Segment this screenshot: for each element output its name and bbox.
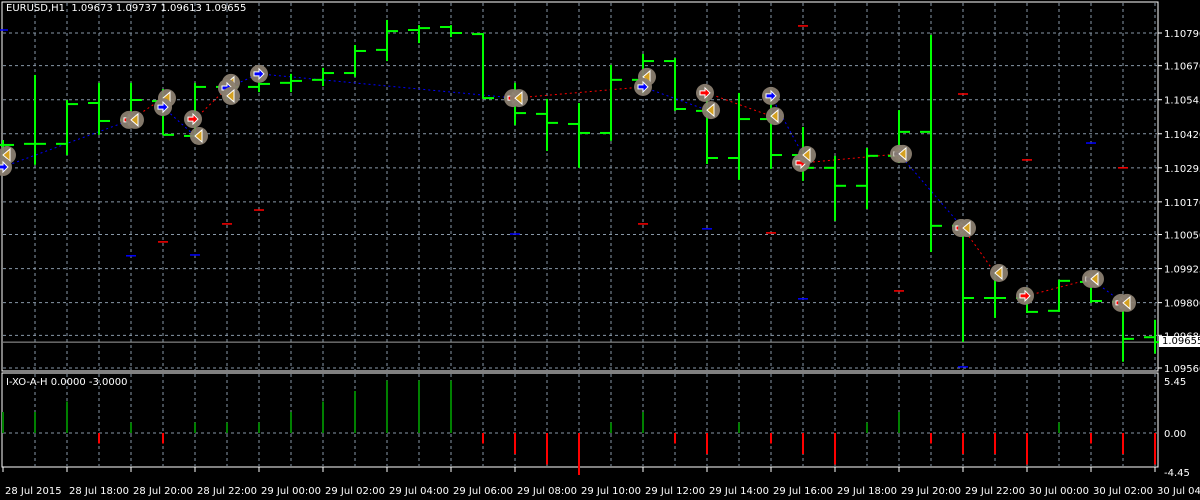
time-axis-label: 29 Jul 18:00 (837, 486, 897, 497)
current-price-label: 1.09655 (1159, 336, 1200, 347)
close-signal-marker (190, 126, 208, 145)
time-axis-label: 29 Jul 22:00 (965, 486, 1025, 497)
ohlc-bar (376, 19, 398, 62)
ohlc-bar (952, 222, 974, 342)
ohlc-bar (88, 82, 110, 135)
buy-signal-marker (154, 98, 172, 117)
low-value: 1.09613 (160, 3, 202, 14)
close-signal-marker (894, 144, 912, 163)
ohlc-bar (728, 92, 750, 180)
close-value: 1.09655 (205, 3, 247, 14)
ohlc-bar (280, 73, 302, 93)
time-axis-label: 29 Jul 08:00 (517, 486, 577, 497)
indicator-axis-label: 0.00 (1164, 429, 1186, 440)
close-signal-marker (510, 89, 528, 108)
time-axis-label: 29 Jul 10:00 (581, 486, 641, 497)
ohlc-bar (920, 34, 942, 252)
price-axis-label: 1.10420 (1164, 130, 1200, 141)
close-signal-marker (1118, 293, 1136, 312)
sell-signal-marker (1016, 286, 1034, 305)
price-axis-label: 1.10295 (1164, 164, 1200, 175)
close-signal-marker (798, 146, 816, 165)
signal-connector-line (802, 153, 900, 164)
indicator-axis-label: -4.45 (1164, 468, 1190, 479)
time-axis-label: 28 Jul 2015 (5, 486, 62, 497)
ohlc-bar (536, 98, 558, 151)
close-signal-marker (766, 107, 784, 126)
time-axis-label: 29 Jul 16:00 (773, 486, 833, 497)
close-signal-marker (702, 101, 720, 120)
buy-signal-marker (250, 64, 268, 83)
chart-header: EURUSD,H1 1.09673 1.09737 1.09613 1.0965… (6, 3, 246, 15)
open-value: 1.09673 (71, 3, 113, 14)
close-signal-marker (958, 219, 976, 238)
sell-signal-marker (184, 110, 202, 129)
time-axis-label: 29 Jul 14:00 (709, 486, 769, 497)
indicator-axis-label: 5.45 (1164, 377, 1186, 388)
ohlc-bar (600, 64, 622, 141)
ohlc-bar (824, 155, 846, 221)
price-axis-label: 1.10790 (1164, 29, 1200, 40)
price-axis-label: 1.10170 (1164, 198, 1200, 209)
time-axis-label: 28 Jul 18:00 (69, 486, 129, 497)
price-axis-label: 1.10670 (1164, 62, 1200, 73)
time-axis-label: 29 Jul 06:00 (453, 486, 513, 497)
time-axis-label: 30 Jul 04:00 (1157, 486, 1200, 497)
time-axis-label: 29 Jul 02:00 (325, 486, 385, 497)
price-axis-label: 1.10545 (1164, 96, 1200, 107)
symbol-timeframe: EURUSD,H1 (6, 3, 66, 14)
indicator-label: I-XO-A-H 0.0000 -3.0000 (6, 377, 128, 388)
signal-connector-line (770, 95, 804, 156)
time-axis-label: 29 Jul 00:00 (261, 486, 321, 497)
sell-signal-marker (696, 83, 714, 102)
price-axis-label: 1.09925 (1164, 265, 1200, 276)
ohlc-bar (1048, 279, 1070, 312)
buy-signal-marker (634, 77, 652, 96)
time-axis-label: 30 Jul 02:00 (1093, 486, 1153, 497)
ohlc-bar (56, 100, 78, 156)
price-axis-label: 1.09560 (1164, 364, 1200, 375)
close-signal-marker (1086, 269, 1104, 288)
time-axis-label: 28 Jul 20:00 (133, 486, 193, 497)
high-value: 1.09737 (115, 3, 158, 14)
price-axis-label: 1.10050 (1164, 231, 1200, 242)
ohlc-bar (408, 25, 430, 44)
ohlc-bar (24, 74, 46, 165)
close-signal-marker (990, 263, 1008, 282)
time-axis-label: 29 Jul 12:00 (645, 486, 705, 497)
ohlc-bar (440, 25, 462, 38)
price-axis-label: 1.09800 (1164, 299, 1200, 310)
time-axis-label: 30 Jul 00:00 (1029, 486, 1089, 497)
ohlc-bar (856, 147, 878, 209)
ohlc-bar (312, 67, 334, 87)
main-panel-frame (1, 1, 1159, 372)
close-signal-marker (126, 110, 144, 129)
time-axis-label: 29 Jul 20:00 (901, 486, 961, 497)
buy-signal-marker (762, 86, 780, 105)
close-signal-marker (222, 86, 240, 105)
ohlc-bar (568, 102, 590, 168)
time-axis-label: 29 Jul 04:00 (389, 486, 449, 497)
price-chart[interactable]: 1.10790 1.10670 1.10545 1.10420 1.10295 1.101… (0, 0, 1200, 500)
ohlc-bar (344, 44, 366, 77)
time-axis-label: 28 Jul 22:00 (197, 486, 257, 497)
